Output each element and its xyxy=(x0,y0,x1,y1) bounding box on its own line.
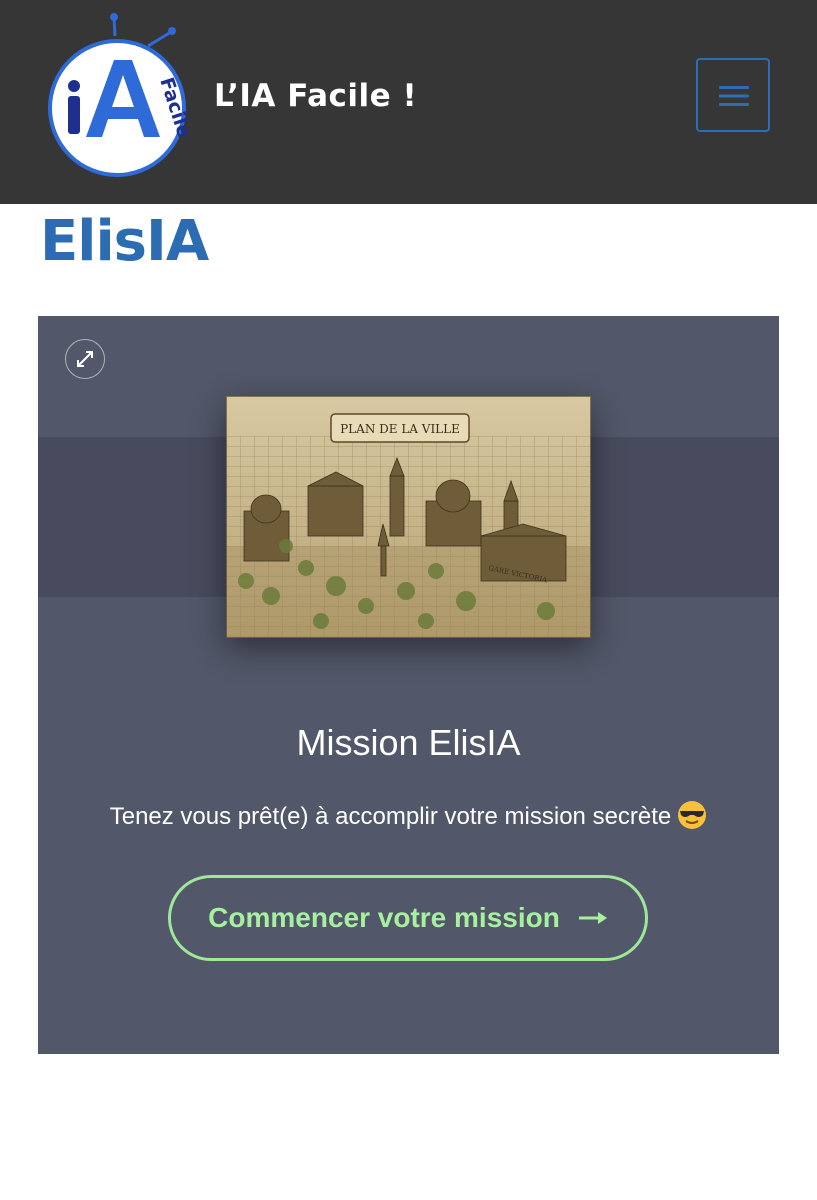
site-title[interactable]: L’IA Facile ! xyxy=(214,76,417,116)
mission-title: Mission ElisIA xyxy=(296,722,521,763)
expand-icon xyxy=(77,351,93,367)
arrow-right-icon xyxy=(578,912,607,924)
mission-card: PLAN DE LA VILLE GARE VICTORIA Mission E… xyxy=(38,316,779,1054)
mission-text: Tenez vous prêt(e) à accomplir votre mis… xyxy=(109,803,672,830)
city-map-image: PLAN DE LA VILLE GARE VICTORIA xyxy=(226,396,591,638)
sunglasses-emoji-icon xyxy=(678,801,707,829)
site-logo[interactable]: Facile xyxy=(42,12,192,182)
hamburger-menu-icon xyxy=(719,86,749,106)
menu-button[interactable] xyxy=(696,58,770,132)
map-caption: PLAN DE LA VILLE xyxy=(340,422,460,436)
page-title: ElisIA xyxy=(40,209,209,274)
mission-text-row: Tenez vous prêt(e) à accomplir votre mis… xyxy=(38,800,779,834)
expand-button[interactable] xyxy=(65,339,105,379)
site-header: Facile L’IA Facile ! xyxy=(0,0,817,204)
start-mission-button[interactable]: Commencer votre mission xyxy=(168,875,648,961)
start-mission-label: Commencer votre mission xyxy=(208,902,560,933)
